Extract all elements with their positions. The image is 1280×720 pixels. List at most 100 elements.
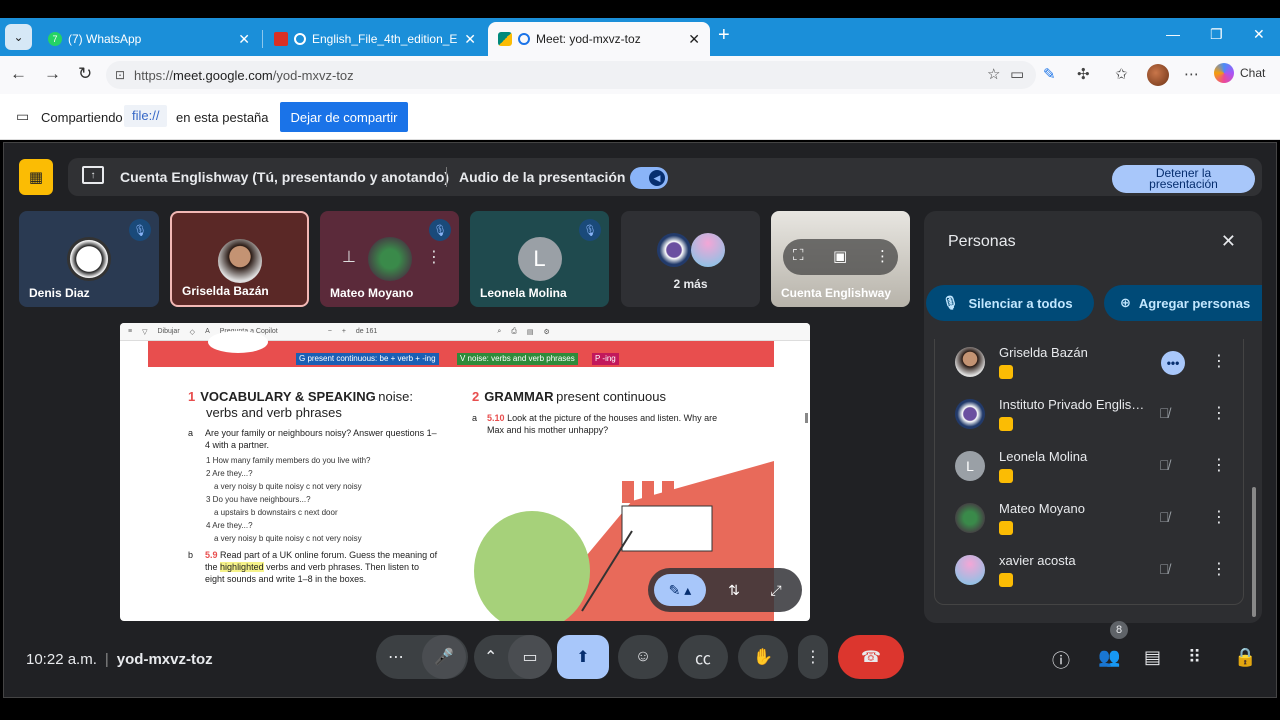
save-icon[interactable]: ▤ — [527, 328, 534, 336]
list-item[interactable]: Mateo Moyano 🎙̸ ⋮ — [935, 495, 1243, 547]
control-bar: 10:22 a.m. | yod-mxvz-toz ⋯ 🎤 ⌃ ▭ ⬆ ☺ ㏄ ✋ … — [4, 621, 1278, 691]
presentation-banner: ↑ Cuenta Englishway (Tú, presentando y a… — [68, 158, 1262, 196]
add-person-icon: ⊕ — [1120, 295, 1131, 310]
presentation-paused-icon[interactable]: ▦ — [19, 159, 53, 195]
url-path: /yod-mxvz-toz — [272, 67, 354, 83]
banner-divider — [446, 167, 447, 187]
more-icon[interactable]: ⋯ — [1184, 65, 1199, 83]
add-people-button[interactable]: ⊕ Agregar personas — [1104, 285, 1262, 321]
tab-whatsapp[interactable]: 7 (7) WhatsApp ✕ — [38, 22, 260, 56]
zoom-out-icon[interactable]: − — [328, 328, 332, 335]
url-field[interactable]: ⊡ https://meet.google.com/yod-mxvz-toz — [106, 61, 1036, 89]
effects-icon[interactable]: ▣ — [833, 247, 847, 265]
participant-tile[interactable]: 🎙 Denis Diaz — [19, 211, 159, 307]
list-item[interactable]: Instituto Privado English Way 🎙̸ ⋮ — [935, 391, 1243, 443]
host-controls-icon[interactable]: 🔒 — [1234, 647, 1256, 668]
more-options-icon[interactable]: ⋮ — [1211, 455, 1227, 475]
extensions-icon[interactable]: ✣ — [1077, 65, 1090, 83]
more-participants-tile[interactable]: 2 más — [621, 211, 760, 307]
close-icon[interactable]: ✕ — [238, 31, 250, 48]
site-info-icon[interactable]: ⊡ — [115, 68, 125, 82]
participant-name: Griselda Bazán — [999, 345, 1088, 360]
stop-sharing-button[interactable]: Dejar de compartir — [280, 102, 408, 132]
mic-options-icon[interactable]: ⋯ — [388, 647, 404, 667]
pen-icon[interactable]: ✎ — [1043, 65, 1056, 83]
avatar — [955, 555, 985, 585]
more-options-icon[interactable]: ⋮ — [1211, 559, 1227, 579]
presentation-audio-toggle[interactable]: ◀ — [630, 167, 668, 189]
host-badge — [999, 417, 1013, 431]
copilot-chat-button[interactable]: Chat — [1214, 63, 1265, 83]
more-options-icon[interactable]: ⋮ — [1211, 351, 1227, 371]
camera-button[interactable]: ▭ — [508, 635, 552, 679]
activities-icon[interactable]: ⠿ — [1188, 647, 1201, 668]
search-icon[interactable]: ⌕ — [497, 328, 501, 336]
present-button[interactable]: ⬆ — [557, 635, 609, 679]
pron-tag: P -ing — [592, 353, 619, 365]
print-icon[interactable]: ⎙ — [511, 328, 517, 336]
info-icon[interactable]: ⓘ — [1052, 647, 1070, 673]
star-icon[interactable]: ☆ — [987, 65, 1000, 83]
raise-hand-button[interactable]: ✋ — [738, 635, 788, 679]
camera-options-icon[interactable]: ⌃ — [484, 647, 497, 667]
swap-icon[interactable]: ⇅ — [718, 574, 750, 606]
participant-name: Griselda Bazán — [182, 284, 269, 298]
more-options-icon[interactable]: ⋮ — [1211, 507, 1227, 527]
close-icon[interactable]: ✕ — [1221, 231, 1236, 252]
participant-tile[interactable]: ⊥ ⋮ 🎙 Mateo Moyano — [320, 211, 459, 307]
self-view-tile[interactable]: ⛶ ▣ ⋮ Cuenta Englishway — [771, 211, 910, 307]
mic-off-icon: 🎙 — [942, 295, 959, 310]
shared-screen[interactable]: ≡ ▽ Dibujar ◇ A Pregunta a Copilot − + d… — [120, 323, 810, 621]
mute-all-button[interactable]: 🎙 Silenciar a todos — [926, 285, 1094, 321]
stop-presenting-button[interactable]: Detener la presentación — [1112, 165, 1255, 193]
chat-icon[interactable]: ▤ — [1144, 647, 1161, 668]
text-icon[interactable]: A — [205, 328, 210, 335]
list-item[interactable]: L Leonela Molina 🎙̸ ⋮ — [935, 443, 1243, 495]
restore-button[interactable]: ❐ — [1210, 26, 1223, 43]
close-window-button[interactable]: ✕ — [1253, 26, 1265, 43]
captions-button[interactable]: ㏄ — [678, 635, 728, 679]
frame-icon[interactable]: ⛶ — [793, 247, 804, 264]
annotate-pen-icon[interactable]: ✎ ▴ — [654, 574, 706, 606]
chimney — [662, 481, 674, 503]
host-badge — [999, 365, 1013, 379]
panel-scrollbar[interactable] — [1252, 487, 1256, 617]
settings-icon[interactable]: ⚙ — [543, 328, 549, 336]
more-options-icon[interactable]: ⋮ — [875, 247, 890, 265]
tab-search-button[interactable]: ⌄ — [5, 24, 32, 50]
minimize-button[interactable]: — — [1166, 26, 1180, 42]
vocab-tag: V noise: verbs and verb phrases — [457, 353, 578, 365]
back-button[interactable]: ← — [10, 64, 27, 84]
more-options-icon[interactable]: ⋮ — [1211, 403, 1227, 423]
reload-button[interactable]: ↻ — [78, 64, 92, 84]
camera-icon[interactable]: ▭ — [1010, 65, 1024, 83]
participant-tile-speaking[interactable]: Griselda Bazán — [170, 211, 309, 307]
highlight-icon[interactable]: ▽ — [142, 328, 147, 336]
tab-meet[interactable]: Meet: yod-mxvz-toz ✕ — [488, 22, 710, 56]
erase-icon[interactable]: ◇ — [190, 328, 195, 336]
close-icon[interactable]: ✕ — [464, 31, 476, 48]
close-icon[interactable]: ✕ — [688, 31, 700, 48]
more-options-button[interactable]: ⋮ — [798, 635, 828, 679]
page-count: de 161 — [355, 328, 378, 335]
people-icon[interactable]: 👥 — [1098, 647, 1120, 668]
profile-avatar[interactable] — [1147, 64, 1169, 86]
list-item[interactable]: xavier acosta 🎙̸ ⋮ — [935, 547, 1243, 599]
menu-icon[interactable]: ≡ — [128, 328, 132, 335]
tab-pdf[interactable]: English_File_4th_edition_Elem ✕ — [264, 22, 486, 56]
end-call-button[interactable]: ☎ — [838, 635, 904, 679]
forward-button[interactable]: → — [44, 64, 61, 84]
pin-icon[interactable]: ⊥ — [342, 247, 356, 267]
list-item[interactable]: Griselda Bazán ••• ⋮ — [935, 339, 1243, 391]
more-options-icon[interactable]: ⋮ — [426, 247, 442, 267]
participant-tile[interactable]: L 🎙 Leonela Molina — [470, 211, 609, 307]
pdf-scrollbar[interactable] — [805, 413, 808, 423]
reactions-button[interactable]: ☺ — [618, 635, 668, 679]
expand-icon[interactable]: ⤢ — [760, 574, 792, 606]
url-host: meet.google.com — [173, 67, 273, 83]
favorites-icon[interactable]: ✩ — [1115, 65, 1128, 83]
zoom-in-icon[interactable]: + — [342, 328, 346, 335]
new-tab-button[interactable]: + — [718, 24, 730, 47]
draw-tool[interactable]: Dibujar — [157, 328, 179, 335]
mic-button[interactable]: 🎤 — [422, 635, 466, 679]
